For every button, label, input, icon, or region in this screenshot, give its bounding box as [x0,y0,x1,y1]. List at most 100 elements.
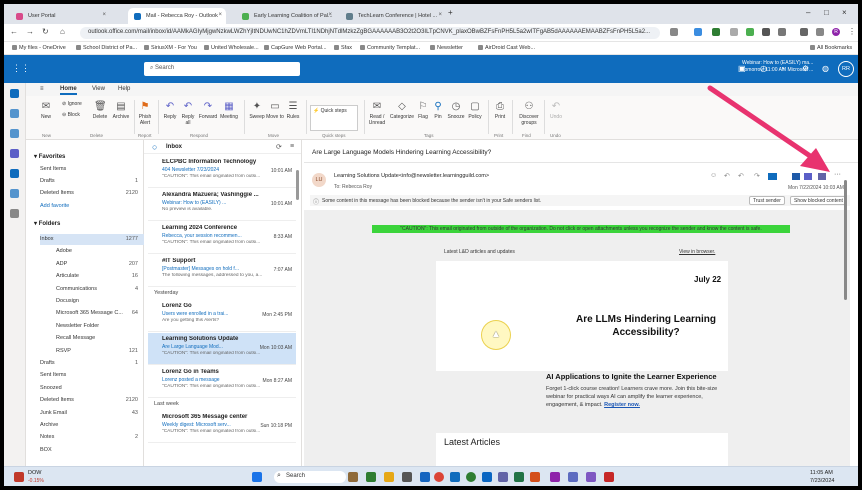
close-icon[interactable]: × [218,12,222,18]
sync-icon[interactable]: ⟳ [276,143,282,151]
app-icon[interactable] [402,472,412,482]
tab-home[interactable]: Home [60,86,77,95]
mail-icon[interactable] [10,89,19,98]
taskview-icon[interactable] [348,472,358,482]
favorites-heading[interactable]: ▾ Favorites [34,153,65,160]
folder-item[interactable]: Microsoft 365 Message C... 64 [56,308,144,319]
app-launcher-icon[interactable]: ⋮⋮ [12,63,30,74]
upcoming-event[interactable]: Webinar: How to (EASILY) ma... Tomorrow … [742,60,832,74]
folder-item[interactable]: Articulate 16 [56,271,144,282]
favorite-drafts[interactable]: Drafts 1 [40,176,144,187]
start-icon[interactable] [252,472,262,482]
view-in-browser-link[interactable]: View in browser. [679,249,715,255]
bookmark-item[interactable]: United Wholesale... [204,45,259,51]
extension-icon[interactable] [730,28,738,36]
folder-item[interactable]: Adobe [56,246,144,257]
move-to-button[interactable]: ▭ Move to [266,101,284,120]
app-icon[interactable] [586,472,596,482]
meeting-button[interactable]: ▦ Meeting [218,101,240,120]
rules-button[interactable]: ☰ Rules [284,101,302,120]
clock-time[interactable]: 11:05 AM [810,470,833,476]
forward-icon[interactable]: → [26,27,34,36]
message-item[interactable]: #IT Support [Postmaster] Messages on hold… [148,255,296,287]
stock-widget-icon[interactable] [14,472,24,482]
user-avatar[interactable]: RR [838,61,854,77]
quick-steps-box[interactable]: ⚡ Quick steps [310,105,358,131]
extension-icon[interactable] [694,28,702,36]
print-button[interactable]: ⎙ Print [492,101,508,120]
app-icon[interactable] [482,472,492,482]
minimize-icon[interactable]: – [806,8,810,17]
close-icon[interactable]: × [102,12,106,18]
extension-icon[interactable] [778,28,786,36]
browser-tab-user-portal[interactable]: User Portal × [10,8,110,24]
favorite-sent-items[interactable]: Sent Items [40,164,144,175]
close-window-icon[interactable]: × [842,8,847,17]
folders-heading[interactable]: ▾ Folders [34,220,60,227]
close-icon[interactable]: × [438,12,442,18]
extension-icon[interactable] [746,28,754,36]
bookmark-item[interactable]: Sfax [334,45,352,51]
tab-help[interactable]: Help [118,86,130,92]
download-icon[interactable] [800,28,808,36]
menu-icon[interactable]: ⋮ [848,27,856,36]
message-item[interactable]: Alexandra Mazuera; Vashinggie ... Webinar… [148,189,296,221]
snooze-button[interactable]: ◷ Snooze [446,101,466,120]
folder-item[interactable]: Archive [40,420,144,431]
add-favorite-link[interactable]: Add favorite [40,201,144,212]
show-blocked-content-button[interactable]: Show blocked content [790,196,847,205]
clock-date[interactable]: 7/23/2024 [810,478,834,484]
outlook-taskbar-icon[interactable] [450,472,460,482]
new-mail-button[interactable]: ✉ New [38,101,54,120]
bookmark-item[interactable]: Community Templat... [360,45,420,51]
apps-icon[interactable] [10,209,19,218]
folder-item[interactable]: Junk Email 43 [40,408,144,419]
onedrive-icon[interactable] [10,189,19,198]
folder-item[interactable]: Notes 2 [40,432,144,443]
folder-item[interactable]: Communications 4 [56,284,144,295]
app-icon[interactable] [604,472,614,482]
new-tab-icon[interactable]: + [448,8,453,17]
sweep-button[interactable]: ✦ Sweep [248,101,266,120]
archive-button[interactable]: ▤ Archive [110,101,132,120]
message-item[interactable]: ELCPBC Information Technology 404 Newslet… [148,156,296,188]
extension-icon[interactable] [712,28,720,36]
groups-icon[interactable] [10,149,19,158]
select-icon[interactable]: ○ [152,142,157,152]
trust-sender-button[interactable]: Trust sender [749,196,785,205]
block-button[interactable]: ⊖ Block [62,112,92,118]
phish-alert-button[interactable]: ⚑ Phish Alert [136,101,154,126]
bookmark-item[interactable]: My files - OneDrive [12,45,66,51]
bookmark-item[interactable]: Newsletter [430,45,463,51]
all-bookmarks[interactable]: All Bookmarks [810,45,852,51]
home-icon[interactable]: ⌂ [60,27,65,36]
back-icon[interactable]: ← [10,27,18,36]
profile-avatar[interactable]: R [832,28,840,36]
browser-tab-techlearn[interactable]: TechLearn Conference | Hotel ... × [340,8,446,24]
sender-name[interactable]: Learning Solutions Update<info@newslette… [334,173,489,179]
widgets-icon[interactable] [366,472,376,482]
delete-button[interactable]: 🗑 Delete [90,101,110,120]
refresh-icon[interactable]: ↻ [42,27,49,36]
calendar-app-icon[interactable] [10,109,19,118]
flag-button[interactable]: ⚐ Flag [416,101,430,120]
ad-title[interactable]: AI Applications to Ignite the Learner Ex… [546,371,728,382]
message-group-header[interactable]: Yesterday [154,290,178,296]
folder-item[interactable]: Inbox 1277 [40,234,144,245]
teams-taskbar-icon[interactable] [498,472,508,482]
hamburger-icon[interactable]: ≡ [40,86,44,92]
filter-icon[interactable]: ≡ [290,143,294,150]
folder-item[interactable]: Deleted Items 2120 [40,395,144,406]
message-item[interactable]: Lorenz Go in Teams Lorenz posted a messag… [148,366,296,398]
register-link[interactable]: Register now. [604,402,640,408]
discover-groups-button[interactable]: ⚇ Discover groups [516,101,542,126]
folder-item[interactable]: BOX [40,445,144,456]
message-item[interactable]: Learning Solutions Update Are Large Langu… [148,333,296,365]
app-icon[interactable] [466,472,476,482]
chrome-icon[interactable] [434,472,444,482]
app-icon[interactable] [568,472,578,482]
taskbar-search[interactable]: ⌕ Search [274,471,346,483]
folder-item[interactable]: Recall Message [56,333,144,344]
forward-button[interactable]: ↷ Forward [197,101,219,120]
extension-icon[interactable] [670,28,678,36]
